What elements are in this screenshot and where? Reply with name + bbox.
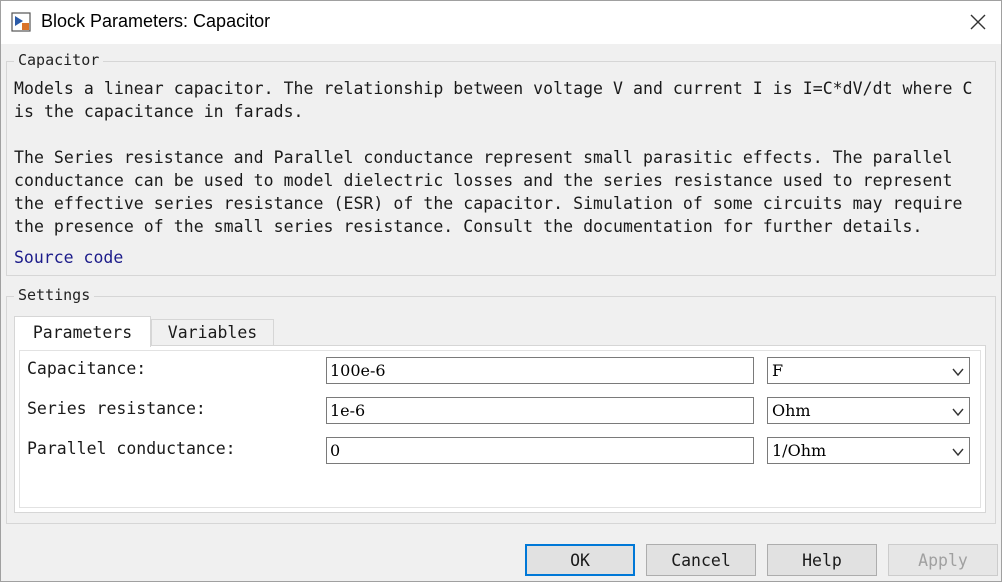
chevron-down-icon (951, 404, 965, 418)
help-button[interactable]: Help (767, 544, 877, 576)
parallel-conductance-unit-select[interactable]: 1/Ohm (767, 437, 970, 464)
series-resistance-unit-select[interactable]: Ohm (767, 397, 970, 424)
chevron-down-icon (951, 444, 965, 458)
description-text-line: the presence of the small series resista… (14, 217, 923, 236)
settings-group-label: Settings (14, 286, 95, 304)
capacitance-unit-select[interactable]: F (767, 357, 970, 384)
simulink-block-icon (11, 12, 31, 32)
title-bar: Block Parameters: Capacitor (0, 0, 1002, 44)
close-icon[interactable] (954, 0, 1002, 44)
description-group-label: Capacitor (14, 51, 104, 69)
capacitance-label: Capacitance: (27, 359, 147, 378)
capacitance-input[interactable]: 100e-6 (326, 357, 754, 384)
series-resistance-unit-value: Ohm (772, 401, 811, 420)
description-text-line: is the capacitance in farads. (14, 102, 304, 121)
capacitance-unit-value: F (772, 361, 784, 380)
window-title: Block Parameters: Capacitor (41, 11, 271, 31)
ok-button[interactable]: OK (525, 544, 635, 576)
description-text-line: The Series resistance and Parallel condu… (14, 148, 953, 167)
chevron-down-icon (951, 364, 965, 378)
series-resistance-input[interactable]: 1e-6 (326, 397, 754, 424)
parallel-conductance-input[interactable]: 0 (326, 437, 754, 464)
parallel-conductance-unit-value: 1/Ohm (772, 441, 827, 460)
source-code-link[interactable]: Source code (14, 248, 123, 267)
tab-variables[interactable]: Variables (151, 319, 274, 346)
apply-button[interactable]: Apply (888, 544, 998, 576)
description-text-line: conductance can be used to model dielect… (14, 171, 953, 190)
parallel-conductance-label: Parallel conductance: (27, 439, 236, 458)
tab-parameters[interactable]: Parameters (14, 316, 151, 347)
description-text-line: Models a linear capacitor. The relations… (14, 79, 973, 98)
cancel-button[interactable]: Cancel (646, 544, 756, 576)
description-text-line: the effective series resistance (ESR) of… (14, 194, 963, 213)
series-resistance-label: Series resistance: (27, 399, 206, 418)
